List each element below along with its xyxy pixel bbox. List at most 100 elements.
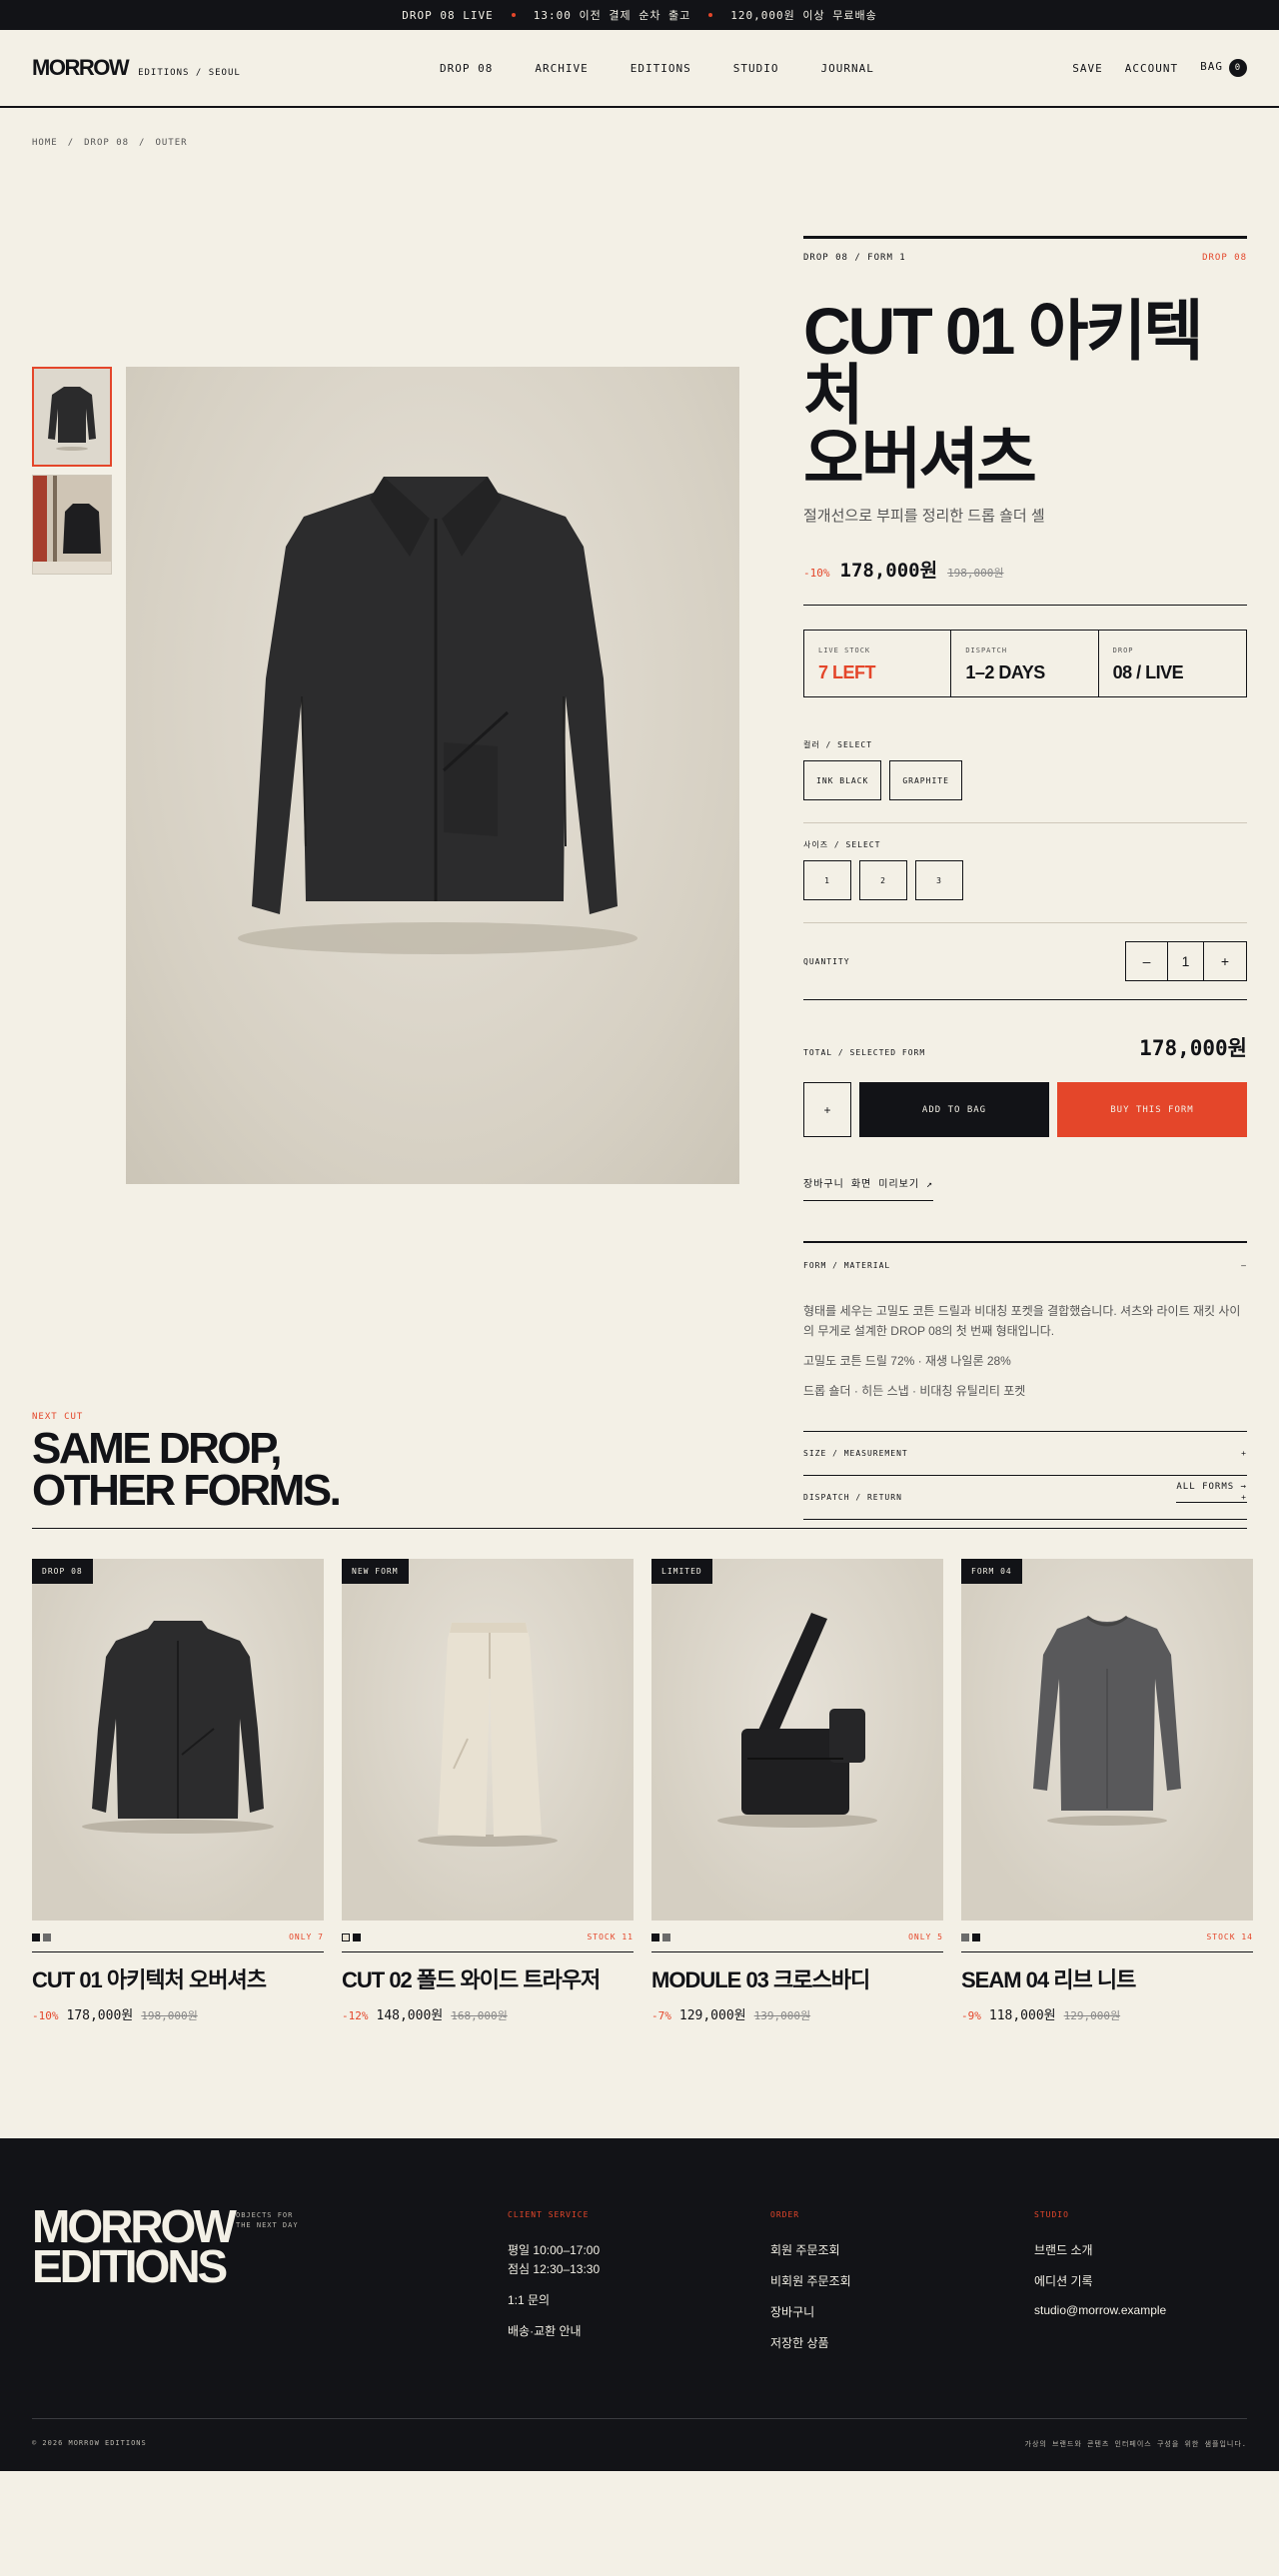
footer-link-email[interactable]: studio@morrow.example bbox=[1034, 2303, 1166, 2317]
breadcrumb-separator: / bbox=[67, 138, 75, 148]
product-main-image bbox=[126, 367, 739, 1184]
save-to-wishlist-button[interactable]: + bbox=[803, 1082, 851, 1137]
swatch-ink bbox=[972, 1932, 980, 1941]
quantity-row: QUANTITY – 1 + bbox=[803, 941, 1247, 1000]
card-meta: ONLY 7 bbox=[32, 1932, 324, 1952]
nav-item-editions[interactable]: EDITIONS bbox=[631, 62, 691, 75]
original-price: 129,000원 bbox=[1063, 2009, 1121, 2022]
add-to-bag-button[interactable]: ADD TO BAG bbox=[859, 1082, 1049, 1137]
thumbnail-lifestyle[interactable] bbox=[32, 475, 112, 575]
bag-preview-link[interactable]: 장바구니 화면 미리보기 ↗ bbox=[803, 1175, 934, 1201]
original-price: 198,000원 bbox=[141, 2009, 198, 2022]
swatch-ivory bbox=[342, 1932, 350, 1941]
discount-rate: -9% bbox=[961, 2009, 981, 2022]
product-section: DROP 08 / FORM 1 DROP 08 CUT 01 아키텍처 오버셔… bbox=[0, 148, 1279, 1520]
announcement-item: 13:00 이전 결제 순차 출고 bbox=[533, 9, 691, 22]
breadcrumb-drop[interactable]: DROP 08 bbox=[84, 138, 129, 148]
size-option-1[interactable]: 1 bbox=[803, 860, 851, 900]
size-options: 1 2 3 bbox=[803, 860, 1247, 900]
quantity-increase-button[interactable]: + bbox=[1204, 942, 1246, 980]
footer-link-guest-order[interactable]: 비회원 주문조회 bbox=[770, 2272, 851, 2289]
footer-link-inquiry[interactable]: 1:1 문의 bbox=[508, 2291, 600, 2308]
buy-now-button[interactable]: BUY THIS FORM bbox=[1057, 1082, 1247, 1137]
product-badge: FORM 04 bbox=[961, 1559, 1022, 1584]
stats-grid: LIVE STOCK 7 LEFT DISPATCH 1–2 DAYS DROP… bbox=[803, 630, 1247, 697]
nav-item-studio[interactable]: STUDIO bbox=[733, 62, 779, 75]
product-card[interactable]: FORM 04 STOCK 14 SEAM 04 리브 니트 -9% 118,0… bbox=[961, 1559, 1253, 2023]
stock-label: STOCK 14 bbox=[1206, 1932, 1253, 1941]
footer-col-title: CLIENT SERVICE bbox=[508, 2210, 590, 2219]
stat-value: 1–2 DAYS bbox=[965, 662, 1045, 682]
divider bbox=[32, 1528, 1247, 1529]
breadcrumb: HOME / DROP 08 / OUTER bbox=[0, 108, 1279, 148]
size-option-2[interactable]: 2 bbox=[859, 860, 907, 900]
stock-label: ONLY 5 bbox=[908, 1932, 943, 1941]
stat-value: 7 LEFT bbox=[818, 662, 876, 682]
product-kicker-row: DROP 08 / FORM 1 DROP 08 bbox=[803, 236, 1247, 263]
nav-item-drop[interactable]: DROP 08 bbox=[440, 62, 493, 75]
copyright: © 2026 MORROW EDITIONS bbox=[32, 2439, 147, 2447]
product-badge: NEW FORM bbox=[342, 1559, 409, 1584]
discount-rate: -10% bbox=[803, 567, 830, 580]
breadcrumb-home[interactable]: HOME bbox=[32, 138, 58, 148]
color-option-ink-black[interactable]: INK BLACK bbox=[803, 760, 882, 800]
footer-link-bag[interactable]: 장바구니 bbox=[770, 2303, 851, 2320]
product-kicker: DROP 08 / FORM 1 bbox=[803, 253, 906, 263]
size-option-3[interactable]: 3 bbox=[915, 860, 963, 900]
thumbnail-front[interactable] bbox=[32, 367, 112, 467]
footer-logo-line: EDITIONS bbox=[32, 2240, 228, 2292]
swatch-ink bbox=[32, 1932, 40, 1941]
tagline-line: OBJECTS FOR bbox=[236, 2211, 294, 2219]
product-card-image: DROP 08 bbox=[32, 1559, 324, 1921]
sale-price: 178,000원 bbox=[839, 560, 938, 582]
save-link[interactable]: SAVE bbox=[1072, 62, 1103, 75]
nav-item-archive[interactable]: ARCHIVE bbox=[535, 62, 588, 75]
footer-link-shipping[interactable]: 배송·교환 안내 bbox=[508, 2322, 600, 2339]
product-card-price: -12% 148,000원 168,000원 bbox=[342, 2004, 634, 2023]
product-card-price: -7% 129,000원 139,000원 bbox=[651, 2004, 943, 2023]
brand-logo[interactable]: MORROW EDITIONS / SEOUL bbox=[32, 55, 241, 81]
footer-logo[interactable]: MORROW EDITIONS bbox=[32, 2203, 237, 2289]
footer-tagline: OBJECTS FOR THE NEXT DAY bbox=[236, 2210, 299, 2230]
sale-price: 178,000원 bbox=[66, 2008, 134, 2023]
discount-rate: -10% bbox=[32, 2009, 59, 2022]
section-kicker: NEXT CUT bbox=[32, 1412, 84, 1422]
card-meta: STOCK 14 bbox=[961, 1932, 1253, 1952]
announcement-item: 120,000원 이상 무료배송 bbox=[730, 9, 877, 22]
stat-label: LIVE STOCK bbox=[818, 646, 871, 654]
all-forms-link[interactable]: ALL FORMS → bbox=[1176, 1482, 1247, 1503]
drop-tag: DROP 08 bbox=[1202, 253, 1247, 263]
collapse-icon: – bbox=[1241, 1260, 1247, 1270]
product-card[interactable]: DROP 08 ONLY 7 CUT 01 아키텍처 오버셔츠 -10% 178… bbox=[32, 1559, 324, 2023]
swatch-ink bbox=[353, 1932, 361, 1941]
separator-dot bbox=[708, 13, 713, 17]
stat-label: DISPATCH bbox=[965, 646, 1008, 654]
footer-link-about[interactable]: 브랜드 소개 bbox=[1034, 2241, 1166, 2258]
footer-link-member-order[interactable]: 회원 주문조회 bbox=[770, 2241, 851, 2258]
account-link[interactable]: ACCOUNT bbox=[1125, 62, 1178, 75]
stat-dispatch: DISPATCH 1–2 DAYS bbox=[951, 631, 1099, 696]
sale-price: 148,000원 bbox=[376, 2008, 444, 2023]
footer-link-editions[interactable]: 에디션 기록 bbox=[1034, 2272, 1166, 2289]
header-actions: SAVE ACCOUNT BAG 0 bbox=[1072, 59, 1247, 77]
discount-rate: -12% bbox=[342, 2009, 369, 2022]
quantity-decrease-button[interactable]: – bbox=[1126, 942, 1168, 980]
color-option-graphite[interactable]: GRAPHITE bbox=[889, 760, 962, 800]
product-card[interactable]: NEW FORM STOCK 11 CUT 02 폴드 와이드 트라우저 -12… bbox=[342, 1559, 634, 2023]
quantity-value: 1 bbox=[1168, 942, 1204, 980]
product-card-image: LIMITED bbox=[651, 1559, 943, 1921]
stat-label: DROP bbox=[1112, 646, 1134, 654]
footer-col-title: ORDER bbox=[770, 2210, 800, 2219]
nav-item-journal[interactable]: JOURNAL bbox=[820, 62, 873, 75]
main-nav: DROP 08 ARCHIVE EDITIONS STUDIO JOURNAL bbox=[440, 62, 874, 75]
product-card-image: FORM 04 bbox=[961, 1559, 1253, 1921]
material-description: 형태를 세우는 고밀도 코튼 드릴과 비대칭 포켓을 결합했습니다. 셔츠와 라… bbox=[803, 1304, 1241, 1338]
product-card[interactable]: LIMITED ONLY 5 MODULE 03 크로스바디 -7% 129,0… bbox=[651, 1559, 943, 2023]
size-label: 사이즈 / SELECT bbox=[803, 840, 881, 849]
bag-link[interactable]: BAG 0 bbox=[1200, 59, 1247, 77]
color-options: INK BLACK GRAPHITE bbox=[803, 760, 1247, 800]
footer-link-saved[interactable]: 저장한 상품 bbox=[770, 2334, 851, 2351]
hours-weekday: 평일 10:00–17:00 bbox=[508, 2243, 601, 2257]
accordion-material-header[interactable]: FORM / MATERIAL – bbox=[803, 1243, 1247, 1287]
original-price: 198,000원 bbox=[947, 567, 1004, 580]
